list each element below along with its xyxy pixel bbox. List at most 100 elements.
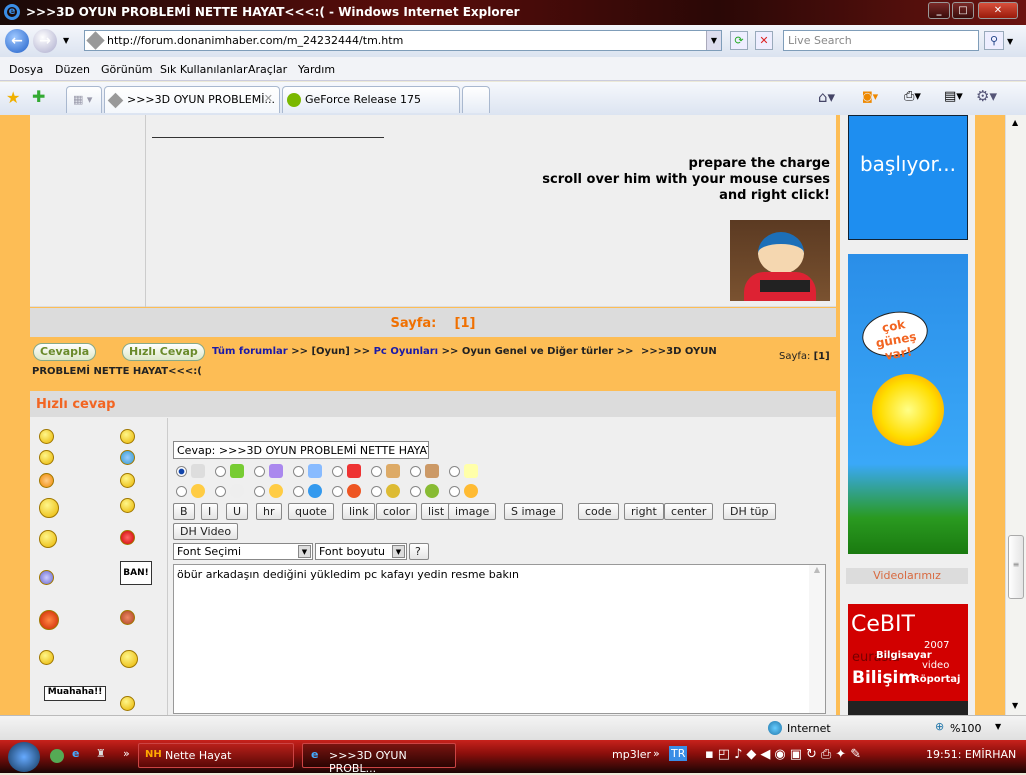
stop-button[interactable]: ✕: [755, 31, 773, 50]
post-icon-radio[interactable]: [254, 486, 265, 497]
help-button[interactable]: ?: [409, 543, 429, 560]
format-button-b[interactable]: B: [173, 503, 195, 520]
close-button[interactable]: ✕: [978, 2, 1018, 19]
address-input[interactable]: http://forum.donanimhaber.com/m_24232444…: [84, 30, 722, 51]
history-dropdown[interactable]: ▼: [63, 36, 69, 45]
menu-araclar[interactable]: Araçlar: [248, 63, 287, 76]
format-button-color[interactable]: color: [376, 503, 418, 520]
system-tray-icons[interactable]: ▪◰♪◆◀◉▣↻⎙✦✎: [705, 747, 865, 762]
scroll-up-arrow[interactable]: ▲: [1012, 118, 1018, 127]
smiley-thumbsup[interactable]: [120, 498, 135, 513]
font-size-select[interactable]: Font boyutu ▼: [315, 543, 407, 560]
quicklaunch-icon[interactable]: ♜: [96, 747, 106, 760]
post-icon-radio[interactable]: [332, 486, 343, 497]
smiley-gun[interactable]: [39, 650, 54, 665]
toolbar-more[interactable]: »: [653, 747, 660, 760]
smiley-happy[interactable]: [39, 450, 54, 465]
smiley-megaphone[interactable]: [120, 530, 135, 545]
format-button-right[interactable]: right: [624, 503, 664, 520]
post-icon-radio[interactable]: [449, 466, 460, 477]
smiley-sad[interactable]: [39, 570, 54, 585]
format-button-u[interactable]: U: [226, 503, 249, 520]
taskbar-item-nette-hayat[interactable]: NH Nette Hayat: [138, 743, 294, 768]
quicklaunch-more[interactable]: »: [123, 747, 130, 760]
breadcrumb-pc-oyunlari[interactable]: Pc Oyunları: [374, 346, 439, 357]
quicklaunch-icon[interactable]: [50, 749, 64, 763]
toolbar-mp3ler[interactable]: mp3ler: [612, 748, 651, 761]
post-icon-radio[interactable]: [449, 486, 460, 497]
format-button-hr[interactable]: hr: [256, 503, 282, 520]
page-link[interactable]: [1]: [455, 316, 476, 331]
smiley-devil[interactable]: [39, 610, 59, 630]
tab-geforce[interactable]: GeForce Release 175: [282, 86, 460, 113]
post-icon-radio[interactable]: [293, 486, 304, 497]
quick-reply-button[interactable]: Hızlı Cevap: [122, 343, 205, 361]
post-icon-radio[interactable]: [254, 466, 265, 477]
post-icon-radio[interactable]: [176, 486, 187, 497]
smiley-thinking[interactable]: [39, 530, 57, 548]
taskbar-item-ie[interactable]: e >>>3D OYUN PROBL...: [302, 743, 456, 775]
feeds-icon[interactable]: ◙▾: [862, 90, 878, 103]
ad-banner-basliyor[interactable]: başlıyor...: [848, 115, 968, 240]
format-button-quote[interactable]: quote: [288, 503, 334, 520]
menu-yardim[interactable]: Yardım: [298, 63, 335, 76]
breadcrumb-all-forums[interactable]: Tüm forumlar: [212, 346, 288, 357]
tools-gear-icon[interactable]: ⚙▾: [976, 87, 997, 105]
breadcrumb-oyun[interactable]: [Oyun]: [311, 346, 349, 357]
smiley-muahaha[interactable]: Muahaha!!: [44, 686, 106, 701]
print-icon[interactable]: ⎙▾: [904, 89, 921, 104]
new-tab-button[interactable]: [462, 86, 490, 113]
breadcrumb-genel[interactable]: Oyun Genel ve Diğer türler: [462, 346, 613, 357]
refresh-button[interactable]: ⟳: [730, 31, 748, 50]
start-button[interactable]: [8, 742, 40, 772]
ad-banner-sun[interactable]: çok güneş var!: [848, 254, 968, 554]
minimize-button[interactable]: _: [928, 2, 950, 19]
format-button-center[interactable]: center: [664, 503, 714, 520]
favorites-star-icon[interactable]: ★: [6, 88, 20, 107]
message-textarea[interactable]: öbür arkadaşın dediğini yükledim pc kafa…: [173, 564, 826, 714]
close-tab-icon[interactable]: ✕: [264, 92, 273, 105]
reply-button[interactable]: Cevapla: [33, 343, 97, 361]
scroll-thumb[interactable]: ≡: [1008, 535, 1024, 599]
search-input[interactable]: Live Search: [783, 30, 979, 51]
ie-quicklaunch-icon[interactable]: e: [72, 747, 79, 760]
menu-sik-kullanilanlar[interactable]: Sık Kullanılanlar: [160, 63, 248, 76]
search-button[interactable]: ⚲: [984, 31, 1004, 50]
menu-dosya[interactable]: Dosya: [9, 63, 43, 76]
quick-tabs-button[interactable]: ▦ ▾: [66, 86, 102, 113]
menu-gorunum[interactable]: Görünüm: [101, 63, 152, 76]
videos-heading[interactable]: Videolarımız: [846, 568, 968, 584]
smiley-orange[interactable]: [39, 473, 54, 488]
post-icon-radio[interactable]: [293, 466, 304, 477]
post-icon-radio[interactable]: [176, 466, 187, 477]
menu-duzen[interactable]: Düzen: [55, 63, 90, 76]
format-button-link[interactable]: link: [342, 503, 376, 520]
format-button-image[interactable]: image: [448, 503, 497, 520]
search-options-dropdown[interactable]: ▼: [1007, 37, 1013, 46]
format-button-i[interactable]: I: [201, 503, 219, 520]
post-icon-radio[interactable]: [215, 486, 226, 497]
smiley-cool[interactable]: [120, 473, 135, 488]
post-icon-radio[interactable]: [332, 466, 343, 477]
post-icon-radio[interactable]: [215, 466, 226, 477]
page-scrollbar[interactable]: ▲ ≡ ▼: [1005, 115, 1026, 715]
smiley-cold[interactable]: [120, 450, 135, 465]
zoom-dropdown[interactable]: ▼: [995, 722, 1001, 731]
post-icon-radio[interactable]: [410, 486, 421, 497]
font-select[interactable]: Font Seçimi ▼: [173, 543, 313, 560]
tab-active[interactable]: >>>3D OYUN PROBLEMİ... ✕: [104, 86, 280, 113]
language-indicator[interactable]: TR: [669, 746, 688, 761]
address-dropdown[interactable]: ▼: [706, 31, 721, 50]
post-icon-radio[interactable]: [410, 466, 421, 477]
subject-input[interactable]: Cevap: >>>3D OYUN PROBLEMİ NETTE HAYAT<<…: [173, 441, 429, 459]
smiley-smile[interactable]: [39, 429, 54, 444]
forward-button[interactable]: →: [33, 29, 57, 53]
cebit-video-ad[interactable]: CeBIT eurasia Bilişim 2007 video Röporta…: [848, 604, 968, 715]
page-number[interactable]: [1]: [814, 351, 830, 362]
page-menu-icon[interactable]: ▤▾: [944, 89, 963, 104]
format-button-dh-tüp[interactable]: DH tüp: [723, 503, 776, 520]
zoom-level[interactable]: %100: [950, 722, 981, 735]
add-favorite-icon[interactable]: ✚: [32, 87, 45, 106]
format-button-code[interactable]: code: [578, 503, 619, 520]
format-button-s-image[interactable]: S image: [504, 503, 563, 520]
